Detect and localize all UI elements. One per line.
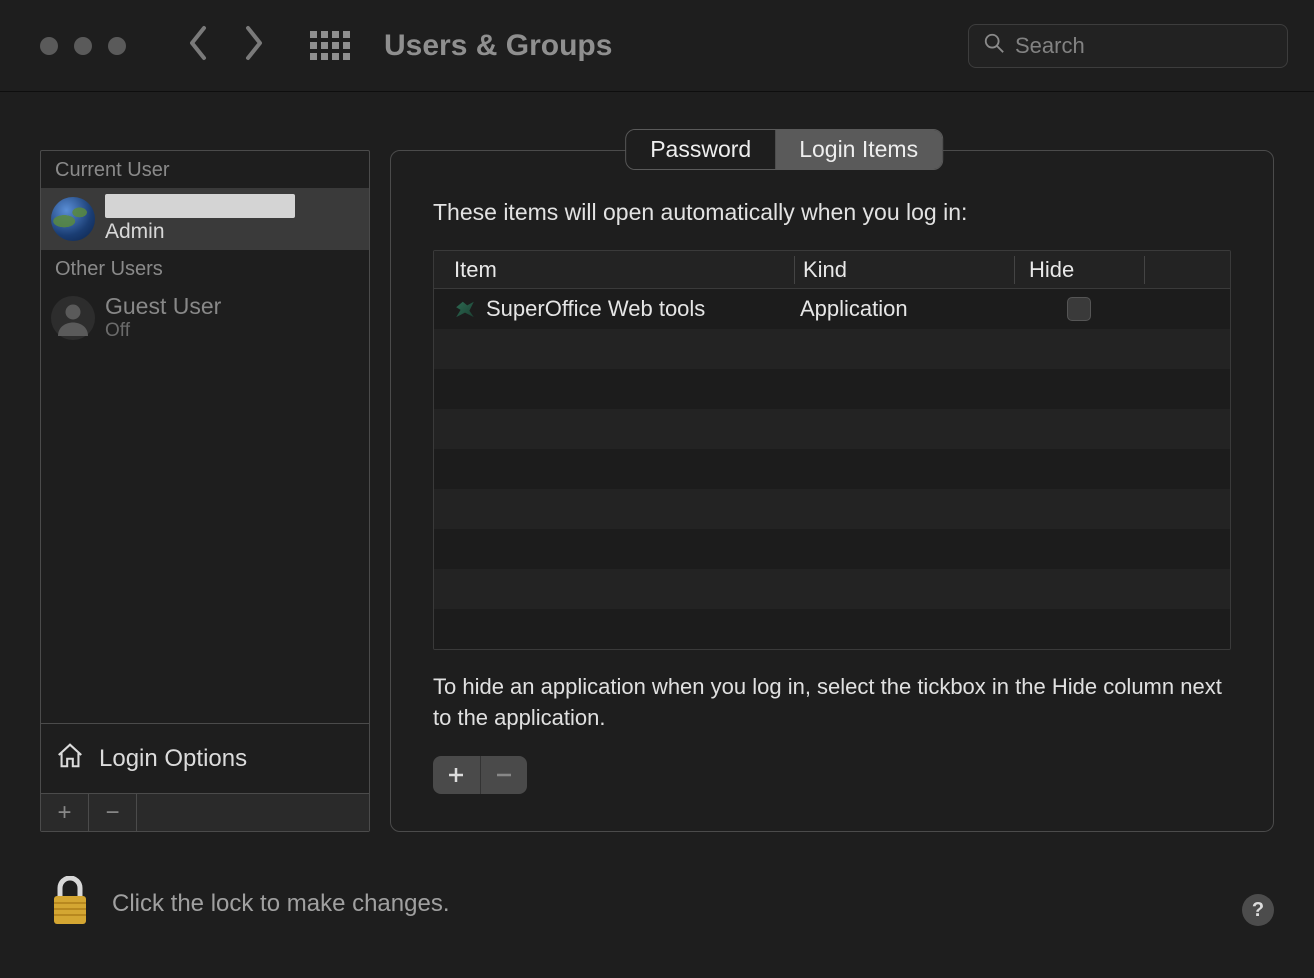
other-users-section-label: Other Users	[41, 250, 369, 287]
window-title: Users & Groups	[384, 29, 968, 63]
hide-checkbox[interactable]	[1067, 297, 1091, 321]
current-user-row[interactable]: Admin	[41, 188, 369, 250]
lock-icon[interactable]	[48, 876, 92, 931]
app-icon	[454, 300, 476, 318]
tab-password[interactable]: Password	[626, 130, 775, 169]
remove-login-item-button[interactable]	[481, 756, 528, 794]
person-avatar-icon	[51, 296, 95, 340]
row-item-kind: Application	[794, 296, 1014, 322]
nav-arrows	[186, 24, 266, 67]
guest-user-status: Off	[105, 320, 221, 342]
table-row[interactable]: SuperOffice Web tools Application	[434, 289, 1230, 329]
guest-user-row[interactable]: Guest User Off	[41, 287, 369, 348]
search-icon	[983, 32, 1005, 59]
minimize-window-button[interactable]	[74, 37, 92, 55]
login-items-table: Item Kind Hide SuperOffice Web tools App…	[433, 250, 1231, 650]
zoom-window-button[interactable]	[108, 37, 126, 55]
search-field[interactable]	[968, 24, 1288, 68]
current-user-name-redacted	[105, 194, 295, 218]
table-header: Item Kind Hide	[434, 251, 1230, 289]
lock-footer: Click the lock to make changes.	[48, 876, 450, 931]
forward-button[interactable]	[242, 24, 266, 67]
back-button[interactable]	[186, 24, 210, 67]
lock-hint-text: Click the lock to make changes.	[112, 890, 450, 918]
column-header-spacer	[1144, 256, 1230, 284]
row-item-name: SuperOffice Web tools	[486, 296, 705, 322]
current-user-section-label: Current User	[41, 151, 369, 188]
add-login-item-button[interactable]	[433, 756, 481, 794]
close-window-button[interactable]	[40, 37, 58, 55]
sidebar-footer: + −	[41, 793, 369, 831]
help-button[interactable]: ?	[1242, 894, 1274, 926]
column-header-hide[interactable]: Hide	[1014, 256, 1144, 284]
column-header-kind[interactable]: Kind	[794, 256, 1014, 284]
window-toolbar: Users & Groups	[0, 0, 1314, 92]
remove-user-button[interactable]: −	[89, 794, 137, 831]
column-header-item[interactable]: Item	[434, 257, 794, 283]
sidebar-footer-spacer	[137, 794, 369, 831]
search-input[interactable]	[1015, 33, 1303, 59]
tab-bar: Password Login Items	[625, 129, 943, 170]
globe-avatar-icon	[51, 197, 95, 241]
table-body: SuperOffice Web tools Application	[434, 289, 1230, 649]
window-controls	[40, 37, 126, 55]
hint-text: To hide an application when you log in, …	[433, 672, 1231, 734]
panel-description: These items will open automatically when…	[433, 199, 1231, 226]
login-items-panel: These items will open automatically when…	[390, 150, 1274, 832]
house-icon	[55, 740, 85, 777]
users-sidebar: Current User Admin Other Users Guest Use…	[40, 150, 370, 832]
current-user-role: Admin	[105, 220, 295, 244]
login-options-label: Login Options	[99, 745, 247, 773]
guest-user-name: Guest User	[105, 293, 221, 320]
add-user-button[interactable]: +	[41, 794, 89, 831]
show-all-prefs-button[interactable]	[310, 31, 350, 60]
tab-login-items[interactable]: Login Items	[775, 130, 942, 169]
login-options-button[interactable]: Login Options	[41, 723, 369, 793]
add-remove-login-item	[433, 756, 527, 794]
